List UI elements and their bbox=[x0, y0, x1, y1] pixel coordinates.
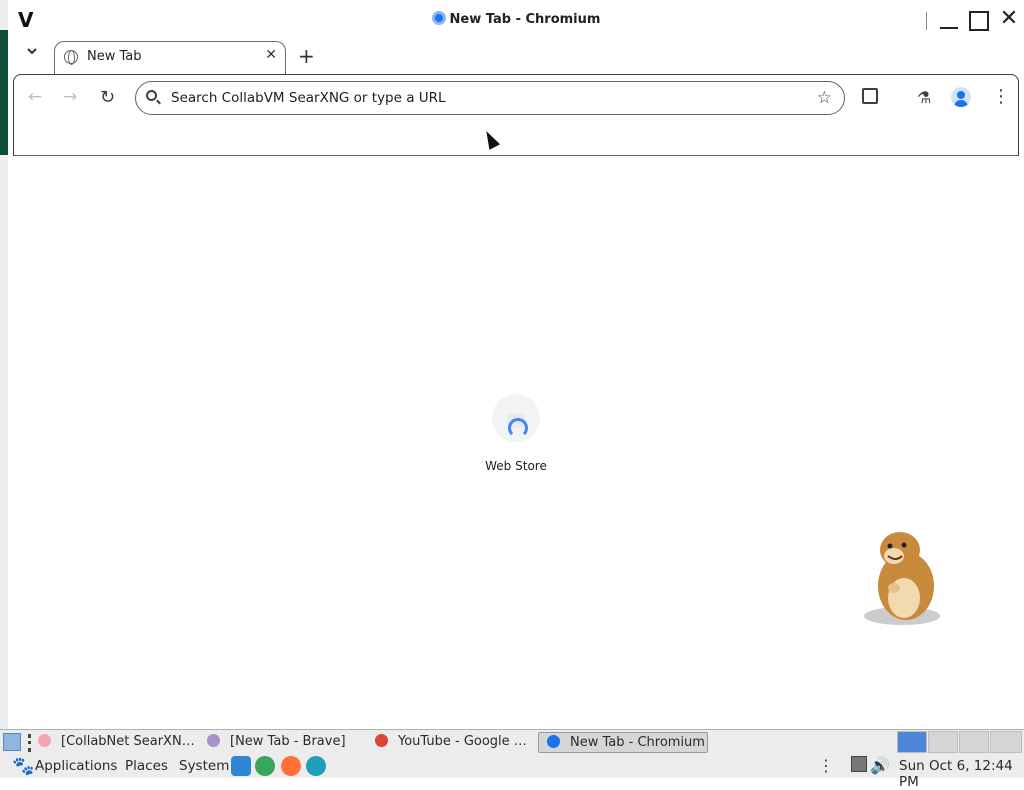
gnome-foot-icon: 🐾 bbox=[12, 756, 35, 777]
tab-title: New Tab bbox=[87, 49, 142, 64]
chrome-icon bbox=[375, 734, 388, 747]
firefox-launcher-icon[interactable] bbox=[281, 756, 301, 776]
taskbar-item-label: [CollabNet SearXN… bbox=[61, 734, 195, 749]
tab-new-tab[interactable]: New Tab ✕ bbox=[54, 41, 286, 77]
desktop-edge bbox=[0, 0, 8, 730]
tray-overflow-icon[interactable]: ⋮ bbox=[818, 756, 834, 775]
extensions-icon[interactable] bbox=[862, 88, 878, 104]
maximize-button[interactable] bbox=[966, 8, 992, 32]
new-tab-button[interactable]: + bbox=[298, 44, 315, 68]
workspace-3[interactable] bbox=[959, 731, 989, 753]
places-menu[interactable]: Places bbox=[125, 758, 168, 774]
workspace-4[interactable] bbox=[990, 731, 1022, 753]
window-title: New Tab - Chromium bbox=[8, 11, 1024, 27]
address-bar[interactable]: ☆ bbox=[135, 81, 845, 115]
close-window-button[interactable]: ✕ bbox=[996, 8, 1022, 32]
menu-panel: 🐾 Applications Places System ⋮ 🔊 Sun Oct… bbox=[0, 754, 1024, 790]
web-store-shortcut-icon[interactable] bbox=[492, 394, 540, 442]
close-tab-button[interactable]: ✕ bbox=[265, 47, 277, 63]
reload-button[interactable]: ↻ bbox=[100, 87, 115, 108]
taskbar-item-youtube[interactable]: YouTube - Google … bbox=[375, 732, 527, 753]
tab-strip: New Tab ✕ + bbox=[8, 40, 1024, 77]
system-menu[interactable]: System bbox=[179, 758, 229, 774]
forward-button[interactable]: → bbox=[63, 87, 77, 107]
chrome-dev-launcher-icon[interactable] bbox=[255, 756, 275, 776]
window-title-text: New Tab - Chromium bbox=[449, 12, 601, 27]
window-list-panel: [CollabNet SearXN… [New Tab - Brave] You… bbox=[0, 729, 1024, 754]
bookmark-star-icon[interactable]: ☆ bbox=[817, 88, 832, 108]
workspace-2[interactable] bbox=[928, 731, 958, 753]
titlebar-separator bbox=[926, 12, 927, 30]
web-store-shortcut-label[interactable]: Web Store bbox=[456, 459, 576, 473]
taskbar-item-brave[interactable]: [New Tab - Brave] bbox=[207, 732, 346, 753]
panel-grip bbox=[28, 734, 32, 752]
browser-toolbar: ← → ↻ ☆ ⚗ ⋮ bbox=[13, 74, 1019, 156]
new-tab-page: Web Store bbox=[8, 156, 1024, 728]
minimize-button[interactable] bbox=[936, 8, 962, 32]
profile-avatar-icon[interactable] bbox=[951, 87, 971, 107]
brave-icon bbox=[207, 734, 220, 747]
searxng-icon bbox=[38, 734, 51, 747]
vscode-launcher-icon[interactable] bbox=[231, 756, 251, 776]
chevron-down-icon bbox=[27, 48, 37, 55]
labs-flask-icon[interactable]: ⚗ bbox=[917, 88, 931, 107]
workspace-1[interactable] bbox=[897, 731, 927, 753]
search-icon bbox=[146, 90, 157, 101]
window-titlebar: V New Tab - Chromium ✕ bbox=[8, 0, 1024, 40]
hamster-desktop-pet bbox=[864, 532, 940, 625]
clock[interactable]: Sun Oct 6, 12:44 PM bbox=[899, 758, 1024, 790]
back-button[interactable]: ← bbox=[28, 87, 42, 107]
taskbar-item-label: [New Tab - Brave] bbox=[230, 734, 346, 749]
desktop-background-strip bbox=[0, 30, 8, 155]
chromium-icon bbox=[431, 11, 446, 25]
show-desktop-button[interactable] bbox=[3, 733, 21, 751]
volume-icon[interactable]: 🔊 bbox=[870, 756, 890, 775]
applications-menu[interactable]: Applications bbox=[35, 758, 117, 774]
globe-icon bbox=[64, 50, 78, 65]
network-icon[interactable] bbox=[851, 756, 867, 772]
browser-menu-button[interactable]: ⋮ bbox=[992, 86, 1010, 107]
taskbar-item-chromium[interactable]: New Tab - Chromium bbox=[538, 732, 708, 753]
chromium-icon bbox=[547, 735, 560, 748]
taskbar-item-label: New Tab - Chromium bbox=[570, 735, 705, 750]
tab-search-button[interactable] bbox=[26, 46, 38, 59]
omnibox-input[interactable] bbox=[171, 88, 791, 108]
taskbar-item-label: YouTube - Google … bbox=[398, 734, 527, 749]
taskbar-item-searxng[interactable]: [CollabNet SearXN… bbox=[38, 732, 195, 753]
edge-dev-launcher-icon[interactable] bbox=[306, 756, 326, 776]
